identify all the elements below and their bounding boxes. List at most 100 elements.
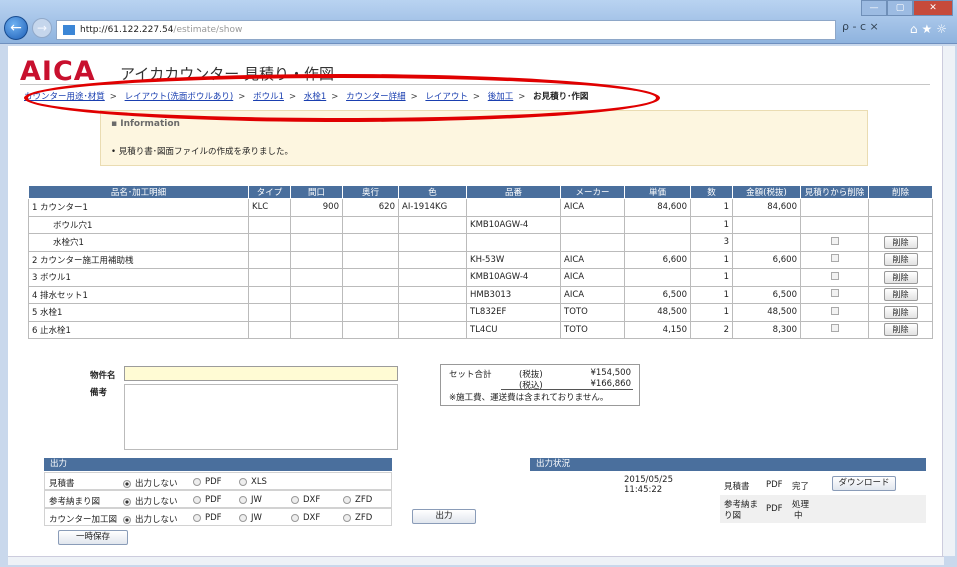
cell-type: KLC <box>248 198 291 217</box>
minimize-icon[interactable]: — <box>861 0 887 16</box>
remove-checkbox[interactable] <box>830 236 839 245</box>
radio-jw[interactable]: JW <box>239 513 262 523</box>
status-date: 2015/05/25 <box>624 475 673 485</box>
cell-amount: 8,300 <box>732 320 801 339</box>
memo-textarea[interactable] <box>124 384 398 450</box>
cell-width <box>290 250 343 269</box>
temp-save-button[interactable]: 一時保存 <box>58 530 128 545</box>
status-ref-label-2: り図 <box>724 511 742 521</box>
cell-delete: 削除 <box>868 303 933 322</box>
item-name: 水栓穴1 <box>53 238 84 249</box>
row-number: 5 <box>32 308 38 319</box>
address-bar[interactable]: http://61.122.227.54/estimate/show <box>56 20 836 40</box>
cell-remove-from-estimate <box>800 198 869 217</box>
forward-arrow-icon[interactable]: → <box>32 18 52 38</box>
radio-dxf[interactable]: DXF <box>291 495 320 505</box>
red-highlight-oval <box>24 74 660 122</box>
item-name-cell: 4 排水セット1 <box>28 285 249 304</box>
radio-xls[interactable]: XLS <box>239 477 267 487</box>
back-arrow-icon[interactable]: ← <box>4 16 28 40</box>
delete-button[interactable]: 削除 <box>883 288 918 302</box>
item-name-cell: 3 ボウル1 <box>28 268 249 287</box>
radio-none[interactable]: 出力しない <box>123 477 178 489</box>
delete-button[interactable]: 削除 <box>883 270 918 284</box>
maximize-icon[interactable]: ▢ <box>887 0 913 16</box>
column-header: 数 <box>690 185 733 199</box>
radio-jw[interactable]: JW <box>239 495 262 505</box>
column-header: 見積りから削除 <box>800 185 869 199</box>
radio-zfd[interactable]: ZFD <box>343 513 372 523</box>
output-row-counter: カウンター加工図 出力しない PDF JW DXF ZFD <box>44 508 392 526</box>
remove-checkbox[interactable] <box>830 306 839 315</box>
item-name-cell: 2 カウンター施工用補助桟 <box>28 250 249 269</box>
radio-none[interactable]: 出力しない <box>123 513 178 525</box>
column-header: 間口 <box>290 185 343 199</box>
cell-maker: TOTO <box>560 303 625 322</box>
delete-button[interactable]: 削除 <box>883 253 918 267</box>
table-row: 6 止水栓1 TL4CU TOTO 4,150 2 8,300 削除 <box>28 320 933 339</box>
cell-depth <box>342 285 399 304</box>
radio-pdf[interactable]: PDF <box>193 513 222 523</box>
cell-maker: TOTO <box>560 320 625 339</box>
cell-color <box>398 285 467 304</box>
cell-delete: 削除 <box>868 233 933 252</box>
cell-depth <box>342 250 399 269</box>
delete-button[interactable]: 削除 <box>883 305 918 319</box>
cell-width <box>290 320 343 339</box>
search-refresh-icons[interactable]: ρ - c × <box>842 20 879 33</box>
cell-width <box>290 268 343 287</box>
horizontal-scrollbar[interactable] <box>8 556 944 565</box>
cell-depth <box>342 320 399 339</box>
delete-button[interactable]: 削除 <box>883 323 918 337</box>
output-button[interactable]: 出力 <box>412 509 476 524</box>
radio-zfd[interactable]: ZFD <box>343 495 372 505</box>
cell-delete <box>868 215 933 234</box>
cell-price: 6,500 <box>624 285 691 304</box>
cell-width <box>290 285 343 304</box>
item-name: カウンター施工用補助桟 <box>40 255 134 266</box>
status-estimate-type: PDF <box>766 480 783 490</box>
cell-maker <box>560 215 625 234</box>
cell-depth <box>342 233 399 252</box>
output-panel-header: 出力 <box>44 458 392 471</box>
remove-checkbox[interactable] <box>830 289 839 298</box>
radio-pdf[interactable]: PDF <box>193 477 222 487</box>
cell-qty: 2 <box>690 320 733 339</box>
cell-qty: 3 <box>690 233 733 252</box>
vertical-scrollbar[interactable] <box>942 46 955 556</box>
property-name-input[interactable] <box>124 366 398 381</box>
delete-button[interactable]: 削除 <box>883 235 918 249</box>
cell-width: 900 <box>290 198 343 217</box>
cell-delete: 削除 <box>868 285 933 304</box>
cell-maker <box>560 233 625 252</box>
cell-amount: 6,600 <box>732 250 801 269</box>
radio-none[interactable]: 出力しない <box>123 495 178 507</box>
remove-checkbox[interactable] <box>830 271 839 280</box>
cell-remove-from-estimate <box>800 285 869 304</box>
cell-part <box>466 233 561 252</box>
cell-maker: AICA <box>560 268 625 287</box>
column-header: 金額(税抜) <box>732 185 801 199</box>
close-icon[interactable]: ✕ <box>913 0 953 16</box>
remove-checkbox[interactable] <box>830 324 839 333</box>
item-name-cell: 5 水栓1 <box>28 303 249 322</box>
radio-pdf[interactable]: PDF <box>193 495 222 505</box>
home-star-icons[interactable]: ⌂★☼ <box>910 22 951 36</box>
radio-dxf[interactable]: DXF <box>291 513 320 523</box>
status-ref-type: PDF <box>766 504 783 514</box>
column-header: タイプ <box>248 185 291 199</box>
row-number: 4 <box>32 290 38 301</box>
cell-amount: 48,500 <box>732 303 801 322</box>
output-row-estimate: 見積書 出力しない PDF XLS <box>44 472 392 490</box>
download-button[interactable]: ダウンロード <box>832 476 896 491</box>
cell-type <box>248 303 291 322</box>
remove-checkbox[interactable] <box>830 254 839 263</box>
item-name-cell: 1 カウンター1 <box>28 198 249 217</box>
cell-color <box>398 250 467 269</box>
cell-width <box>290 303 343 322</box>
cell-delete: 削除 <box>868 320 933 339</box>
total-note: ※施工費、運送費は含まれておりません。 <box>449 393 609 403</box>
cell-width <box>290 233 343 252</box>
cell-remove-from-estimate <box>800 250 869 269</box>
column-header: 奥行 <box>342 185 399 199</box>
